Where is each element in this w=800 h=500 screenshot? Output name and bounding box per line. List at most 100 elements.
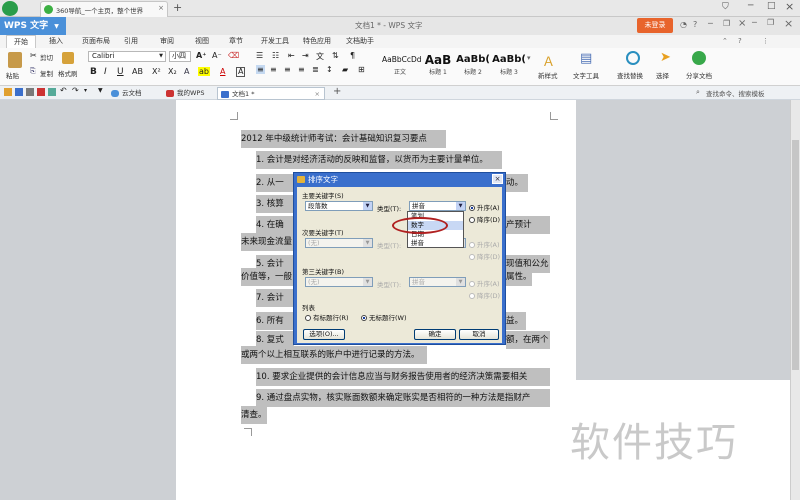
- maximize-icon[interactable]: □: [767, 1, 776, 11]
- ribbon-more-icon[interactable]: ⋮: [762, 37, 769, 45]
- line-spacing-icon[interactable]: ↕: [326, 65, 333, 74]
- doc-close-icon[interactable]: ×: [738, 18, 746, 29]
- text-tools-label[interactable]: 文字工具: [573, 70, 599, 80]
- window-minimize-icon[interactable]: ─: [708, 19, 713, 28]
- select-cursor-icon[interactable]: ➤: [660, 50, 671, 65]
- align-right-icon[interactable]: ≡: [284, 65, 291, 74]
- browser-logo-icon[interactable]: [2, 1, 18, 16]
- primary-type-select[interactable]: 拼音 ▼: [409, 201, 466, 211]
- preview-icon[interactable]: [48, 88, 56, 96]
- subscript-icon[interactable]: X₂: [168, 67, 177, 76]
- highlight-icon[interactable]: ab: [198, 67, 210, 76]
- save-icon[interactable]: [15, 88, 23, 96]
- styles-scroll-icon[interactable]: ▾: [527, 54, 531, 62]
- format-painter-label[interactable]: 格式刷: [58, 68, 78, 78]
- secondary-asc-radio[interactable]: 升序(A): [469, 239, 500, 249]
- primary-key-select[interactable]: 段落数 ▼: [305, 201, 373, 211]
- tab-page-layout[interactable]: 页面布局: [77, 35, 115, 48]
- numbering-icon[interactable]: ☷: [272, 51, 279, 60]
- ribbon-help-icon[interactable]: ?: [738, 37, 742, 45]
- login-button[interactable]: 未登录: [637, 18, 673, 33]
- app-minimize-icon[interactable]: ─: [752, 18, 757, 27]
- command-search[interactable]: 查找命令、搜索模板: [706, 88, 765, 98]
- app-restore-icon[interactable]: ❐: [767, 18, 774, 27]
- vertical-scrollbar[interactable]: [790, 100, 800, 500]
- tab-cloud-doc[interactable]: 云文档: [108, 88, 142, 99]
- doc-heading[interactable]: 2012 年中级统计师考试：会计基础知识复习要点: [241, 130, 446, 148]
- clear-format-icon[interactable]: ⌫: [228, 51, 239, 60]
- type-option-pinyin[interactable]: 拼音: [408, 239, 463, 248]
- find-replace-icon[interactable]: [626, 51, 640, 65]
- outdent-icon[interactable]: ⇤: [288, 51, 295, 60]
- doc-line-9[interactable]: 9. 通过盘点实物，核实账面数额来确定账实是否相符的一种方法是指财产: [256, 389, 550, 407]
- align-left-icon[interactable]: ≡: [256, 65, 265, 74]
- chinese-layout-icon[interactable]: 文: [316, 51, 324, 62]
- shrink-font-icon[interactable]: A⁻: [212, 51, 222, 60]
- font-color-icon[interactable]: A: [220, 67, 225, 76]
- doc-line-2[interactable]: 2. 从一: [256, 174, 294, 192]
- indent-icon[interactable]: ⇥: [302, 51, 309, 60]
- style-normal[interactable]: AaBbCcDd 正文: [382, 52, 422, 80]
- primary-desc-radio[interactable]: 降序(D): [469, 214, 500, 224]
- font-size-select[interactable]: 小四: [169, 51, 191, 62]
- tab-special[interactable]: 特色应用: [300, 35, 334, 48]
- superscript-icon[interactable]: X²: [152, 67, 161, 76]
- app-close-icon[interactable]: ×: [784, 17, 793, 30]
- align-center-icon[interactable]: ≡: [270, 65, 277, 74]
- doc-line-6-tail[interactable]: 益。: [506, 312, 526, 330]
- text-tools-icon[interactable]: ▤: [580, 51, 592, 66]
- doc-line-8b[interactable]: 或两个以上相互联系的账户中进行记录的方法。: [241, 346, 427, 364]
- close-icon[interactable]: ×: [492, 174, 503, 184]
- style-heading-2[interactable]: AaBb(标题 2: [455, 52, 491, 80]
- border-icon[interactable]: ⊞: [358, 65, 365, 74]
- cancel-button[interactable]: 取消: [459, 329, 499, 340]
- paste-icon[interactable]: [8, 52, 22, 68]
- no-header-radio[interactable]: 无标题行(W): [361, 312, 407, 322]
- secondary-desc-radio[interactable]: 降序(D): [469, 251, 500, 261]
- doc-line-5b-tail[interactable]: 属性。: [506, 268, 532, 286]
- tab-review[interactable]: 审阅: [155, 35, 179, 48]
- style-heading-1[interactable]: AaB 标题 1: [420, 52, 456, 80]
- shirt-icon[interactable]: ⛉: [722, 2, 729, 12]
- tab-developer[interactable]: 开发工具: [258, 35, 292, 48]
- new-document-button[interactable]: +: [333, 86, 341, 97]
- primary-asc-radio[interactable]: 升序(A): [469, 202, 500, 212]
- doc-line-6[interactable]: 6. 所有: [256, 312, 294, 330]
- secondary-key-select[interactable]: (无) ▼: [305, 238, 373, 248]
- tab-home[interactable]: 开始: [6, 35, 36, 48]
- doc-line-4[interactable]: 4. 在确: [256, 216, 294, 234]
- justify-icon[interactable]: ≡: [298, 65, 305, 74]
- doc-line-3[interactable]: 3. 核算: [256, 195, 294, 213]
- doc-line-10[interactable]: 10. 要求企业提供的会计信息应当与财务报告使用者的经济决策需要相关: [256, 368, 550, 386]
- tab-references[interactable]: 引用: [121, 35, 141, 48]
- print-icon[interactable]: [26, 88, 34, 96]
- customize-icon[interactable]: ▾: [84, 87, 87, 94]
- tertiary-desc-radio[interactable]: 降序(D): [469, 290, 500, 300]
- doc-line-1[interactable]: 1. 会计是对经济活动的反映和监督，以货币为主要计量单位。: [256, 151, 502, 169]
- undo-icon[interactable]: ↶: [60, 86, 67, 95]
- doc-line-4b[interactable]: 未来现金流量: [241, 233, 294, 251]
- share-label[interactable]: 分享文档: [686, 70, 712, 80]
- underline-icon[interactable]: U: [117, 67, 124, 77]
- scroll-thumb[interactable]: [792, 140, 799, 370]
- cut-icon[interactable]: ✂: [30, 51, 37, 60]
- distribute-icon[interactable]: ≣: [312, 65, 319, 74]
- browser-tab[interactable]: 360导航_一个主页，整个世界 ×: [40, 1, 168, 17]
- tab-view[interactable]: 视图: [190, 35, 214, 48]
- tertiary-asc-radio[interactable]: 升序(A): [469, 278, 500, 288]
- bullets-icon[interactable]: ☰: [256, 51, 263, 60]
- copy-icon[interactable]: ⎘: [30, 67, 36, 76]
- doc-line-5b[interactable]: 价值等，一般: [241, 268, 294, 286]
- close-tab-icon[interactable]: ×: [158, 4, 164, 12]
- tertiary-key-select[interactable]: (无) ▼: [305, 277, 373, 287]
- minimize-icon[interactable]: ─: [748, 1, 753, 11]
- close-window-icon[interactable]: ×: [785, 0, 794, 13]
- doc-line-8-tail[interactable]: 额，在两个: [506, 331, 550, 349]
- dialog-title-bar[interactable]: 排序文字 ×: [294, 173, 505, 186]
- show-marks-icon[interactable]: ¶: [350, 51, 355, 60]
- tab-doc-assistant[interactable]: 文档助手: [343, 35, 377, 48]
- tab-list-icon[interactable]: ▼: [98, 87, 103, 94]
- pdf-icon[interactable]: [37, 88, 45, 96]
- skin-icon[interactable]: ◔: [680, 20, 687, 29]
- ribbon-collapse-icon[interactable]: ⌃: [722, 37, 728, 45]
